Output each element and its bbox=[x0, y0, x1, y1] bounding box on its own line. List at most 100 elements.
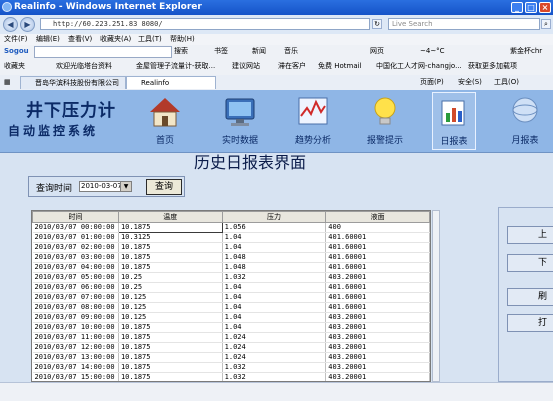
table-cell[interactable]: 400 bbox=[325, 222, 430, 233]
table-cell[interactable]: 1.04 bbox=[222, 282, 327, 293]
table-cell[interactable]: 2010/03/07 11:00:00 bbox=[32, 332, 119, 343]
prev-page-button[interactable]: 上 bbox=[507, 226, 553, 244]
menu-favorites[interactable]: 收藏夹(A) bbox=[100, 34, 131, 45]
table-cell[interactable]: 1.056 bbox=[222, 222, 327, 233]
table-cell[interactable]: 1.032 bbox=[222, 362, 327, 373]
favorite-link[interactable]: 金屋管理子流量计-获取... bbox=[136, 58, 215, 75]
table-row[interactable]: 2010/03/07 06:00:00 10.25 1.04 401.60001 bbox=[32, 282, 430, 293]
table-cell[interactable]: 10.125 bbox=[118, 292, 223, 303]
table-cell[interactable]: 10.25 bbox=[118, 282, 223, 293]
table-row[interactable]: 2010/03/07 03:00:00 10.1875 1.048 401.60001 bbox=[32, 252, 430, 263]
nav-monthly-report[interactable]: 月报表 bbox=[500, 92, 550, 148]
table-cell[interactable]: 2010/03/07 02:00:00 bbox=[32, 242, 119, 253]
table-cell[interactable]: 1.048 bbox=[222, 262, 327, 273]
table-cell[interactable]: 1.04 bbox=[222, 292, 327, 303]
forward-button[interactable]: ▶ bbox=[20, 17, 35, 32]
search-icon[interactable]: ⌕ bbox=[541, 19, 551, 29]
url-input[interactable]: http://60.223.251.83 8080/ bbox=[40, 18, 370, 30]
table-cell[interactable]: 401.60001 bbox=[325, 302, 430, 313]
favorite-link[interactable]: 中国化工人才网-changjo... bbox=[376, 58, 462, 75]
close-button[interactable]: × bbox=[539, 2, 551, 13]
menu-edit[interactable]: 编辑(E) bbox=[36, 34, 60, 45]
table-cell[interactable]: 1.04 bbox=[222, 302, 327, 313]
nav-realtime[interactable]: 实时数据 bbox=[213, 92, 267, 148]
table-row[interactable]: 2010/03/07 00:00:00 10.1875 1.056 400 bbox=[32, 222, 430, 233]
column-header-time[interactable]: 时间 bbox=[32, 211, 119, 223]
table-row[interactable]: 2010/03/07 13:00:00 10.1875 1.024 403.20001 bbox=[32, 352, 430, 363]
table-cell[interactable]: 2010/03/07 06:00:00 bbox=[32, 282, 119, 293]
table-cell[interactable]: 401.60001 bbox=[325, 242, 430, 253]
column-header-level[interactable]: 液面 bbox=[325, 211, 430, 223]
table-cell[interactable]: 403.20001 bbox=[325, 332, 430, 343]
column-header-temperature[interactable]: 温度 bbox=[117, 211, 223, 223]
table-cell[interactable]: 2010/03/07 05:00:00 bbox=[32, 272, 119, 283]
grid-scrollbar[interactable] bbox=[432, 210, 440, 382]
refresh-button[interactable]: 刷 bbox=[507, 288, 553, 306]
tab-company[interactable]: 晋岛华滨科技股份有限公司 bbox=[20, 76, 126, 89]
music-item[interactable]: 音乐 bbox=[284, 45, 298, 58]
table-cell[interactable]: 401.60001 bbox=[325, 232, 430, 243]
table-cell[interactable]: 1.04 bbox=[222, 242, 327, 253]
favorite-link[interactable]: 获取更多加载项 bbox=[468, 58, 517, 75]
favorites-button[interactable]: 收藏夹 bbox=[4, 58, 25, 75]
table-row[interactable]: 2010/03/07 01:00:00 10.3125 1.04 401.60001 bbox=[32, 232, 430, 243]
bookmark-item[interactable]: 书签 bbox=[214, 45, 228, 58]
table-cell[interactable]: 403.20001 bbox=[325, 272, 430, 283]
nav-alarm[interactable]: 报警提示 bbox=[358, 92, 412, 148]
menu-tools[interactable]: 工具(T) bbox=[138, 34, 162, 45]
table-cell[interactable]: 10.125 bbox=[118, 302, 223, 313]
print-button[interactable]: 打 bbox=[507, 314, 553, 332]
table-cell[interactable]: 10.1875 bbox=[118, 322, 223, 333]
table-cell[interactable]: 2010/03/07 07:00:00 bbox=[32, 292, 119, 303]
nav-daily-report[interactable]: 日报表 bbox=[432, 92, 476, 150]
nav-home[interactable]: 首页 bbox=[140, 92, 190, 148]
table-cell[interactable]: 1.04 bbox=[222, 232, 327, 243]
table-cell[interactable]: 401.60001 bbox=[325, 262, 430, 273]
table-cell[interactable]: 403.20001 bbox=[325, 362, 430, 373]
minimize-button[interactable]: _ bbox=[511, 2, 523, 13]
table-cell[interactable]: 10.1875 bbox=[118, 362, 223, 373]
chevron-down-icon[interactable]: ▼ bbox=[120, 182, 131, 191]
table-cell[interactable]: 2010/03/07 15:00:00 bbox=[32, 372, 119, 381]
refresh-icon[interactable]: ↻ bbox=[372, 19, 382, 29]
table-cell[interactable]: 10.1875 bbox=[118, 242, 223, 253]
table-cell[interactable]: 2010/03/07 08:00:00 bbox=[32, 302, 119, 313]
table-cell[interactable]: 2010/03/07 10:00:00 bbox=[32, 322, 119, 333]
table-cell[interactable]: 10.1875 bbox=[118, 262, 223, 273]
table-cell[interactable]: 2010/03/07 04:00:00 bbox=[32, 262, 119, 273]
table-cell[interactable]: 2010/03/07 12:00:00 bbox=[32, 342, 119, 353]
table-cell[interactable]: 10.125 bbox=[118, 312, 223, 323]
table-row[interactable]: 2010/03/07 14:00:00 10.1875 1.032 403.20001 bbox=[32, 362, 430, 373]
tools-menu[interactable]: 工具(O) bbox=[494, 75, 519, 90]
table-cell[interactable]: 1.04 bbox=[222, 322, 327, 333]
table-cell[interactable]: 403.20001 bbox=[325, 322, 430, 333]
query-button[interactable]: 查询 bbox=[146, 179, 182, 195]
table-cell[interactable]: 403.20001 bbox=[325, 312, 430, 323]
column-header-pressure[interactable]: 压力 bbox=[221, 211, 327, 223]
table-cell[interactable]: 2010/03/07 01:00:00 bbox=[32, 232, 119, 243]
table-cell[interactable]: 10.1875 bbox=[118, 352, 223, 363]
table-cell[interactable]: 1.024 bbox=[222, 342, 327, 353]
ad-item[interactable]: 紫金杯chr bbox=[510, 45, 542, 58]
table-cell[interactable]: 2010/03/07 03:00:00 bbox=[32, 252, 119, 263]
table-cell[interactable]: 401.60001 bbox=[325, 292, 430, 303]
search-input[interactable]: Live Search bbox=[388, 18, 540, 30]
table-row[interactable]: 2010/03/07 15:00:00 10.1875 1.032 403.20001 bbox=[32, 372, 430, 381]
table-row[interactable]: 2010/03/07 12:00:00 10.1875 1.024 403.20001 bbox=[32, 342, 430, 353]
table-cell[interactable]: 401.60001 bbox=[325, 252, 430, 263]
page-menu[interactable]: 页面(P) bbox=[420, 75, 444, 90]
table-row[interactable]: 2010/03/07 07:00:00 10.125 1.04 401.60001 bbox=[32, 292, 430, 303]
menu-file[interactable]: 文件(F) bbox=[4, 34, 28, 45]
back-button[interactable]: ◀ bbox=[3, 17, 18, 32]
table-cell[interactable]: 1.048 bbox=[222, 252, 327, 263]
favorite-link[interactable]: 欢迎光临塔台资料 bbox=[56, 58, 112, 75]
table-cell[interactable]: 1.04 bbox=[222, 312, 327, 323]
menu-help[interactable]: 帮助(H) bbox=[170, 34, 195, 45]
table-cell[interactable]: 10.3125 bbox=[118, 232, 223, 243]
news-item[interactable]: 新闻 bbox=[252, 45, 266, 58]
table-row[interactable]: 2010/03/07 05:00:00 10.25 1.032 403.20001 bbox=[32, 272, 430, 283]
table-cell[interactable]: 10.1875 bbox=[117, 222, 223, 233]
table-cell[interactable]: 1.032 bbox=[222, 372, 327, 381]
table-cell[interactable]: 401.60001 bbox=[325, 282, 430, 293]
safety-menu[interactable]: 安全(S) bbox=[458, 75, 482, 90]
